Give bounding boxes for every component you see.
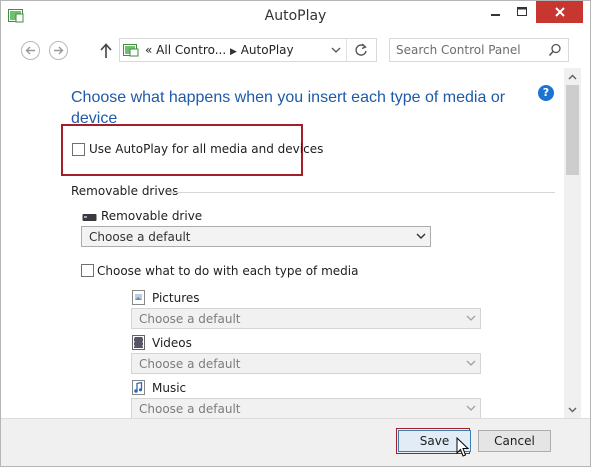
chevron-down-icon xyxy=(568,407,577,412)
music-value: Choose a default xyxy=(139,402,241,416)
removable-drive-icon xyxy=(82,214,97,221)
forward-button[interactable] xyxy=(49,41,68,60)
videos-value: Choose a default xyxy=(139,357,241,371)
forward-arrow-icon xyxy=(54,46,64,55)
videos-select[interactable]: Choose a default xyxy=(131,353,481,374)
music-label: Music xyxy=(152,381,187,395)
breadcrumb-item-all-control-panel[interactable]: All Contro... xyxy=(156,43,226,57)
use-autoplay-label[interactable]: Use AutoPlay for all media and devices xyxy=(89,142,323,156)
close-icon xyxy=(554,7,565,17)
music-icon xyxy=(132,380,145,395)
music-select[interactable]: Choose a default xyxy=(131,398,481,418)
pictures-value: Choose a default xyxy=(139,312,241,326)
use-autoplay-checkbox[interactable] xyxy=(72,143,85,156)
section-divider xyxy=(169,192,555,193)
chevron-down-icon xyxy=(466,405,476,411)
cancel-button[interactable]: Cancel xyxy=(478,430,551,452)
maximize-button[interactable] xyxy=(509,1,536,23)
search-icon[interactable] xyxy=(548,43,562,57)
mouse-cursor-icon xyxy=(456,437,470,457)
autoplay-window: AutoPlay « All Contro... ▶ AutoPlay Sear… xyxy=(0,0,591,467)
minimize-icon xyxy=(490,14,500,16)
chevron-down-icon xyxy=(466,315,476,321)
dialog-footer: Save Cancel xyxy=(1,418,590,466)
scroll-up-button[interactable] xyxy=(564,68,581,85)
breadcrumb-separator-icon: ▶ xyxy=(229,47,237,57)
refresh-icon[interactable] xyxy=(352,42,370,58)
page-title: Choose what happens when you insert each… xyxy=(71,89,506,127)
up-arrow-icon[interactable] xyxy=(99,42,113,59)
chevron-up-icon xyxy=(568,74,577,79)
address-bar[interactable]: « All Contro... ▶ AutoPlay xyxy=(119,38,377,62)
removable-drive-label: Removable drive xyxy=(101,209,203,223)
videos-label: Videos xyxy=(152,336,192,350)
content-pane: Choose what happens when you insert each… xyxy=(1,68,563,418)
breadcrumb: « All Contro... ▶ AutoPlay xyxy=(145,43,294,57)
videos-icon xyxy=(132,335,145,350)
divider xyxy=(346,39,347,61)
search-input[interactable]: Search Control Panel xyxy=(389,38,569,62)
breadcrumb-item-autoplay[interactable]: AutoPlay xyxy=(241,43,294,57)
pictures-label: Pictures xyxy=(152,291,200,305)
control-panel-icon xyxy=(123,44,139,57)
pictures-select[interactable]: Choose a default xyxy=(131,308,481,329)
vertical-scrollbar[interactable] xyxy=(564,68,581,418)
search-placeholder: Search Control Panel xyxy=(396,43,521,57)
breadcrumb-overflow[interactable]: « xyxy=(145,43,152,57)
close-button[interactable] xyxy=(536,1,583,23)
scroll-thumb[interactable] xyxy=(566,85,579,175)
navigation-bar: « All Contro... ▶ AutoPlay Search Contro… xyxy=(1,33,590,67)
scroll-down-button[interactable] xyxy=(564,401,581,418)
maximize-icon xyxy=(517,7,527,16)
chevron-down-icon[interactable] xyxy=(329,44,343,56)
back-arrow-icon xyxy=(25,46,35,55)
removable-drive-select[interactable]: Choose a default xyxy=(81,226,431,247)
each-media-type-checkbox[interactable] xyxy=(81,264,94,277)
chevron-down-icon xyxy=(416,233,426,239)
chevron-down-icon xyxy=(466,360,476,366)
section-title-removable-drives: Removable drives xyxy=(71,184,179,198)
back-button[interactable] xyxy=(21,41,40,60)
help-icon[interactable]: ? xyxy=(538,85,554,101)
pictures-icon xyxy=(132,290,145,305)
removable-drive-value: Choose a default xyxy=(89,230,191,244)
minimize-button[interactable] xyxy=(482,1,509,23)
each-media-type-label[interactable]: Choose what to do with each type of medi… xyxy=(97,264,358,278)
title-bar: AutoPlay xyxy=(1,1,590,33)
